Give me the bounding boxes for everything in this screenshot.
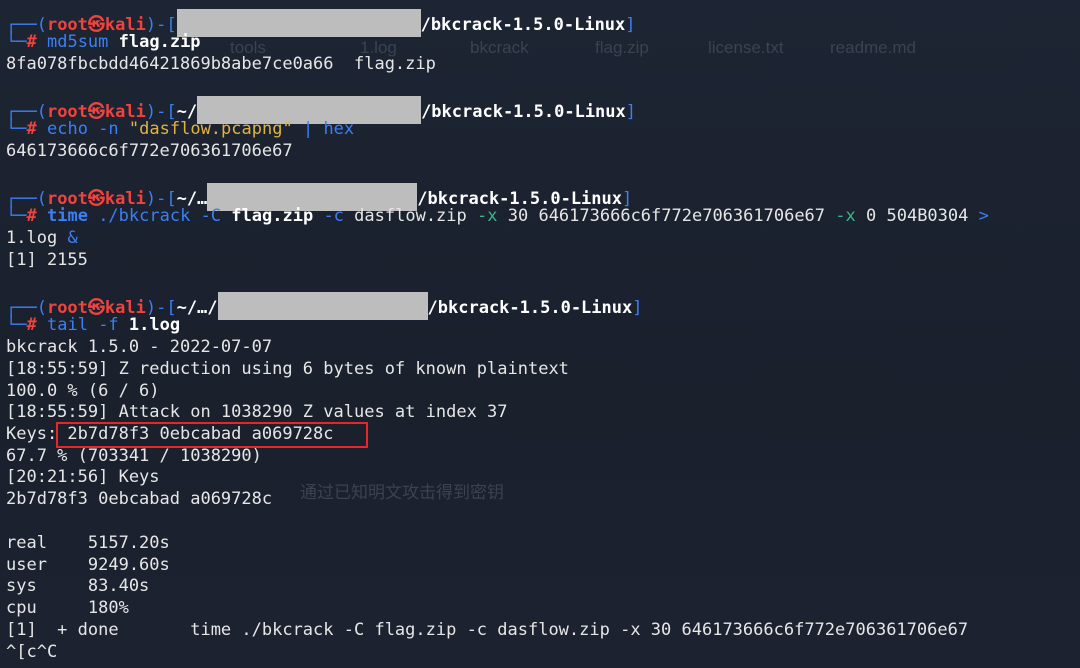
command-line[interactable]: └─# md5sum flag.zip [6,31,201,53]
command-line[interactable]: └─# time ./bkcrack -C flag.zip -c dasflo… [6,205,989,227]
output-line: user 9249.60s [6,555,170,575]
output-line: 100.0 % (6 / 6) [6,381,160,401]
output-line: bkcrack 1.5.0 - 2022-07-07 [6,337,273,357]
output-line: cpu 180% [6,598,129,618]
ghost-label: license.txt [708,38,784,57]
ghost-label: bkcrack [470,38,529,57]
background-caption: 通过已知明文攻击得到密钥 [300,483,504,502]
ghost-label: flag.zip [595,38,649,57]
output-line: 646173666c6f772e706361706e67 [6,141,293,161]
prompt-line: ┌──(root㉿kali)-[/bkcrack-1.5.0-Linux] [6,9,636,37]
output-line: ^[c^C [6,642,58,662]
output-line: [1] + done time ./bkcrack -C flag.zip -c… [6,620,969,640]
redacted-path [176,9,421,37]
output-line: [1] 2155 [6,250,88,270]
output-line: [20:21:56] Keys [6,467,160,487]
prompt-line: ┌──(root㉿kali)-[~//bkcrack-1.5.0-Linux] [6,96,636,124]
output-line: 67.7 % (703341 / 1038290) [6,446,262,466]
prompt-line: ┌──(root㉿kali)-[~/…//bkcrack-1.5.0-Linux… [6,292,642,320]
command-line[interactable]: └─# echo -n "dasflow.pcapng" | hex [6,118,354,140]
redacted-path [217,292,428,320]
prompt-line: ┌──(root㉿kali)-[~/…/bkcrack-1.5.0-Linux] [6,183,632,211]
output-line: 2b7d78f3 0ebcabad a069728c [6,489,273,509]
output-line: sys 83.40s [6,576,150,596]
ghost-label: readme.md [830,38,916,57]
output-line: real 5157.20s [6,533,170,553]
command-line-wrap: 1.log & [6,228,78,248]
output-line: 8fa078fbcbdd46421869b8abe7ce0a66 flag.zi… [6,54,436,74]
command-line[interactable]: └─# tail -f 1.log [6,314,180,336]
output-line: [18:55:59] Attack on 1038290 Z values at… [6,402,508,422]
output-line: [18:55:59] Z reduction using 6 bytes of … [6,359,569,379]
terminal-window[interactable]: tools 1.log bkcrack flag.zip license.txt… [0,0,1080,668]
